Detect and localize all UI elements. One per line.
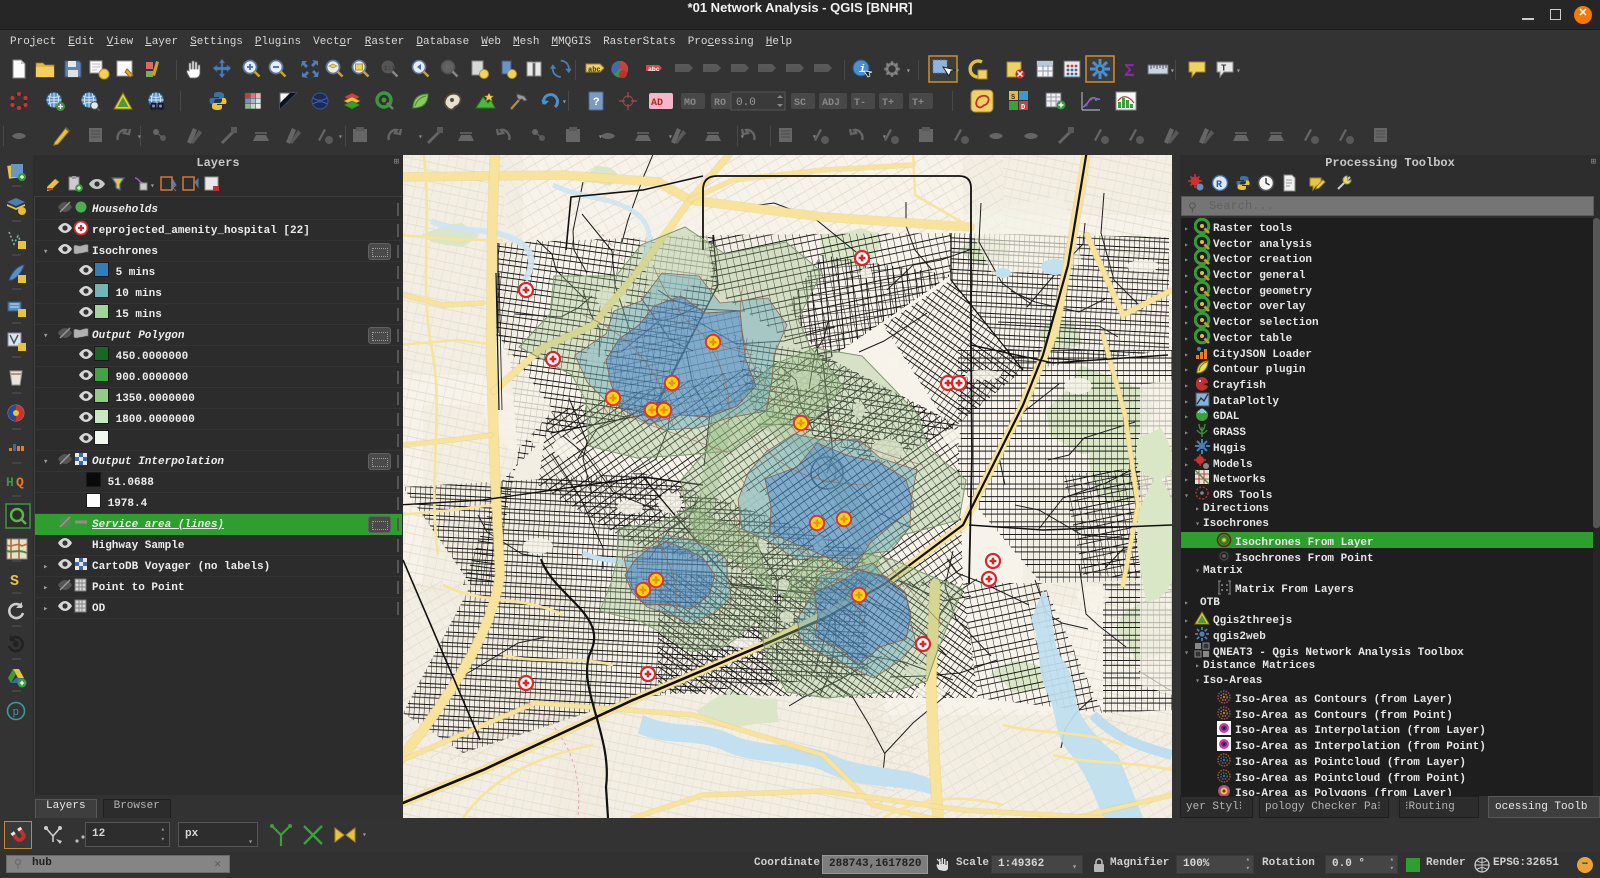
- svg-text:AD: AD: [651, 98, 663, 109]
- svg-text:abc: abc: [760, 67, 773, 75]
- svg-text:abc: abc: [705, 67, 718, 75]
- svg-text:SC: SC: [794, 98, 806, 109]
- svg-text:Q: Q: [16, 475, 24, 490]
- svg-text:ADJ: ADJ: [822, 98, 840, 109]
- svg-text:S: S: [1011, 94, 1015, 102]
- svg-text:T: T: [1221, 64, 1227, 74]
- svg-text:T+: T+: [882, 98, 894, 109]
- svg-text:abc: abc: [816, 67, 829, 75]
- svg-text:RO: RO: [714, 98, 726, 109]
- svg-text:i: i: [859, 64, 866, 76]
- svg-text:H: H: [6, 475, 14, 490]
- svg-text:MO: MO: [684, 98, 696, 109]
- svg-text:?: ?: [593, 97, 600, 109]
- svg-text:R: R: [1216, 180, 1222, 191]
- svg-text:abc: abc: [677, 67, 690, 75]
- svg-text:abc: abc: [788, 67, 801, 75]
- svg-text:T-: T-: [854, 98, 866, 109]
- svg-text:abc: abc: [733, 67, 746, 75]
- svg-text:Σ: Σ: [1124, 62, 1135, 80]
- svg-text:T+: T+: [912, 98, 924, 109]
- svg-text:abc: abc: [648, 66, 660, 73]
- svg-text:abc: abc: [588, 67, 601, 75]
- svg-text:S: S: [10, 573, 19, 590]
- svg-text:D: D: [1021, 104, 1025, 112]
- svg-text:0.0: 0.0: [736, 97, 756, 109]
- svg-text:p: p: [13, 707, 20, 719]
